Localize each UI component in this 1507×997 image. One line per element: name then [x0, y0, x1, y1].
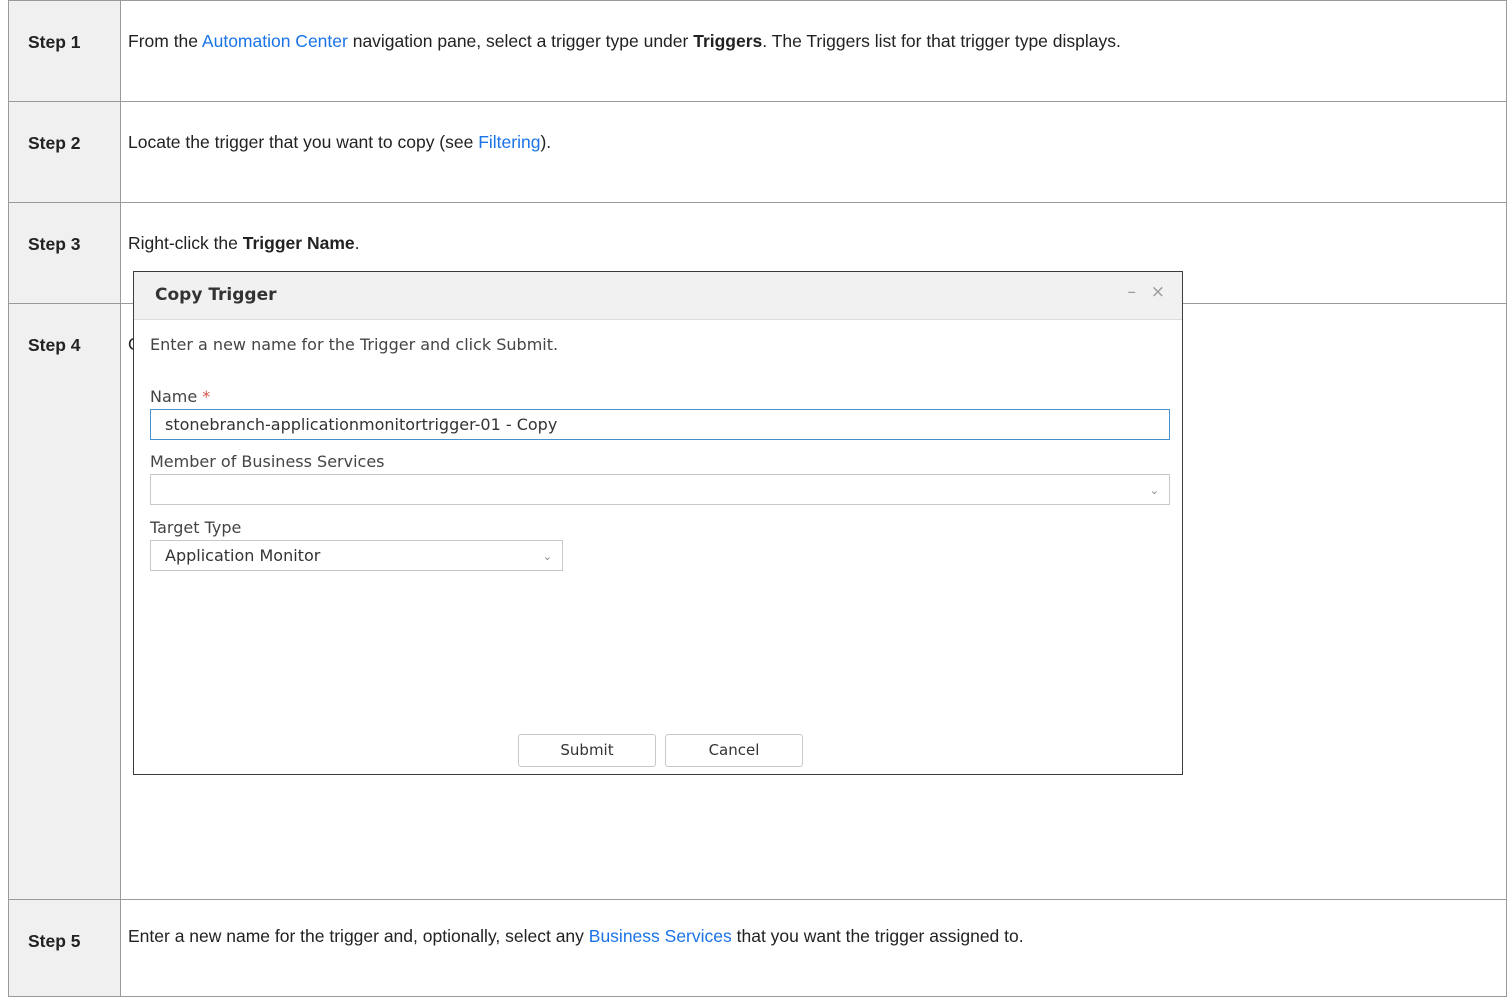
step-label: Step 3 — [8, 202, 121, 304]
step-text-segment: Enter a new name for the trigger and, op… — [128, 926, 589, 946]
business-services-select[interactable]: ⌄ — [150, 474, 1170, 505]
doc-link[interactable]: Business Services — [589, 926, 732, 946]
chevron-down-icon: ⌄ — [542, 550, 552, 563]
doc-link[interactable]: Automation Center — [202, 31, 348, 51]
step-text-segment: ). — [540, 132, 552, 152]
close-icon[interactable]: × — [1151, 282, 1165, 302]
step-label: Step 5 — [8, 899, 121, 997]
target-type-select[interactable]: Application Monitor ⌄ — [150, 540, 563, 571]
target-type-label: Target Type — [150, 518, 242, 537]
submit-button[interactable]: Submit — [518, 734, 656, 767]
step-text-segment: Right-click the — [128, 233, 243, 253]
doc-link[interactable]: Filtering — [478, 132, 540, 152]
dialog-intro: Enter a new name for the Trigger and cli… — [150, 335, 559, 354]
step-text: Enter a new name for the trigger and, op… — [120, 899, 1507, 997]
name-input[interactable]: stonebranch-applicationmonitortrigger-01… — [150, 409, 1170, 440]
step-label: Step 4 — [8, 303, 121, 900]
step-text-segment: navigation pane, select a trigger type u… — [347, 31, 694, 51]
required-mark: * — [202, 387, 211, 406]
step-label: Step 1 — [8, 0, 121, 102]
minimize-icon[interactable]: – — [1128, 282, 1137, 302]
bold-term: Trigger Name — [242, 233, 355, 253]
step-text-segment: From the — [128, 31, 202, 51]
step-text-segment: Locate the trigger that you want to copy… — [128, 132, 479, 152]
bold-term: Triggers — [693, 31, 763, 51]
chevron-down-icon: ⌄ — [1149, 484, 1159, 497]
step-label: Step 2 — [8, 101, 121, 203]
copy-trigger-dialog: Copy Trigger – × Enter a new name for th… — [133, 271, 1183, 775]
dialog-header: Copy Trigger – × — [134, 272, 1182, 320]
step-text: Locate the trigger that you want to copy… — [120, 101, 1507, 203]
step-text: From the Automation Center navigation pa… — [120, 0, 1507, 102]
name-label: Name * — [150, 387, 211, 406]
cancel-button[interactable]: Cancel — [665, 734, 803, 767]
step-text-segment: that you want the trigger assigned to. — [731, 926, 1024, 946]
step-text-segment: . — [354, 233, 360, 253]
business-services-label: Member of Business Services — [150, 452, 385, 471]
step-text-segment: . The Triggers list for that trigger typ… — [762, 31, 1121, 51]
dialog-title: Copy Trigger — [155, 285, 277, 305]
